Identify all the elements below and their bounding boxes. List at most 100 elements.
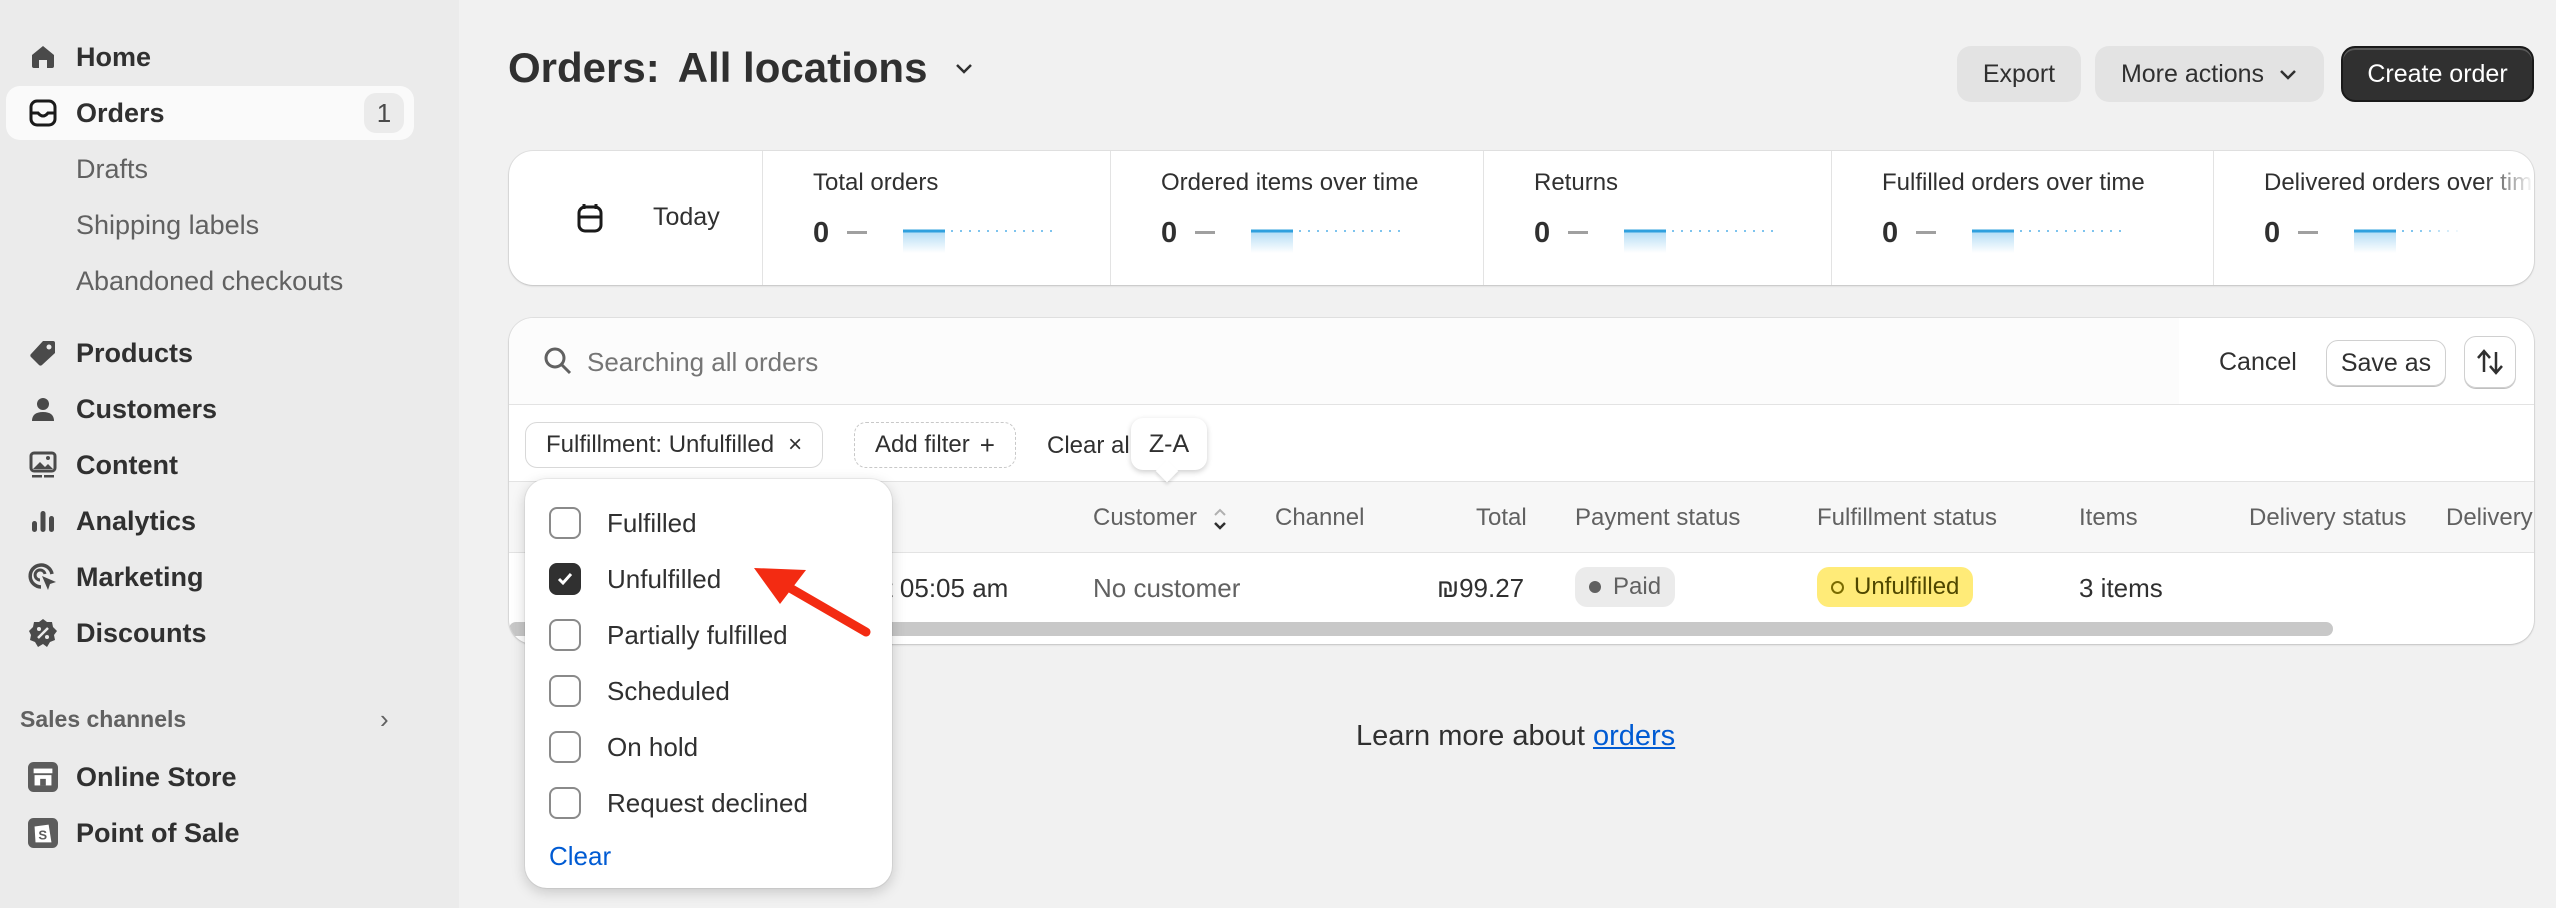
search-input[interactable]: [587, 342, 2087, 382]
sidebar-item-orders[interactable]: Orders 1: [6, 86, 414, 140]
cancel-button[interactable]: Cancel: [2219, 348, 2297, 377]
sort-tooltip: Z-A: [1131, 418, 1207, 470]
sidebar-item-label: Products: [76, 337, 194, 368]
metric-tile[interactable]: Delivered orders over time 0: [2214, 151, 2534, 285]
discount-icon: [28, 618, 58, 648]
chevron-down-icon[interactable]: [953, 57, 975, 79]
metric-tile[interactable]: Returns 0: [1484, 151, 1832, 285]
checkbox[interactable]: [549, 619, 581, 651]
filter-option[interactable]: Fulfilled: [549, 505, 697, 541]
sort-button[interactable]: [2464, 336, 2516, 388]
column-header-items[interactable]: Items: [2079, 504, 2138, 532]
metric-dash: [1195, 231, 1215, 234]
sidebar-item-label: Customers: [76, 393, 218, 424]
order-customer: No customer: [1093, 573, 1241, 603]
metric-title: Total orders: [813, 169, 939, 196]
add-filter-label: Add filter: [875, 431, 970, 458]
fulfillment-filter-chip[interactable]: Fulfillment: Unfulfilled ×: [525, 422, 824, 468]
option-label: Scheduled: [607, 675, 730, 706]
metric-value: 0: [2264, 217, 2281, 249]
sales-channels-heading: Sales channels: [20, 706, 187, 732]
sidebar-item-label: Drafts: [76, 153, 149, 184]
metric-title: Fulfilled orders over time: [1882, 169, 2145, 196]
image-icon: [28, 450, 58, 480]
sidebar-item-drafts[interactable]: Drafts: [6, 142, 414, 196]
filter-chip-label: Fulfillment: Unfulfilled: [546, 431, 775, 458]
badge-label: Unfulfilled: [1854, 573, 1960, 600]
store-icon: [28, 762, 58, 792]
sidebar-item-customers[interactable]: Customers: [6, 382, 414, 436]
close-icon[interactable]: ×: [788, 431, 802, 459]
bar-chart-icon: [28, 506, 58, 536]
date-range-button[interactable]: Today: [509, 151, 763, 285]
metric-tile[interactable]: Fulfilled orders over time 0: [1832, 151, 2214, 285]
metric-value: 0: [1534, 217, 1551, 249]
chevron-down-icon: [2280, 70, 2296, 80]
filter-option[interactable]: Request declined: [549, 785, 808, 821]
column-header-total[interactable]: Total: [1476, 504, 1527, 532]
sidebar-item-online-store[interactable]: Online Store: [6, 750, 414, 804]
metric-value: 0: [1161, 217, 1178, 249]
sidebar-item-label: Shipping labels: [76, 209, 260, 240]
more-actions-button[interactable]: More actions: [2095, 46, 2324, 102]
column-header-payment-status[interactable]: Payment status: [1575, 504, 1740, 532]
column-header-channel[interactable]: Channel: [1275, 504, 1364, 532]
clear-all-button[interactable]: Clear all: [1047, 432, 1135, 460]
metric-dash: [2298, 231, 2318, 234]
inbox-icon: [28, 98, 58, 128]
column-label: Customer: [1093, 504, 1198, 531]
filter-option[interactable]: Unfulfilled: [549, 561, 721, 597]
learn-more-text: Learn more about: [1356, 720, 1593, 752]
sidebar: Home Orders 1 Drafts Shipping labels Aba…: [0, 0, 459, 908]
location-selector[interactable]: All locations: [678, 44, 928, 92]
checkmark-icon: [557, 573, 573, 586]
metric-title: Ordered items over time: [1161, 169, 1419, 196]
status-dot-icon: [1589, 581, 1601, 593]
filter-option[interactable]: On hold: [549, 729, 698, 765]
divider: [509, 404, 2534, 405]
sidebar-item-discounts[interactable]: Discounts: [6, 606, 414, 660]
fulfillment-status-badge: Unfulfilled: [1817, 567, 1974, 607]
sidebar-item-point-of-sale[interactable]: S Point of Sale: [6, 806, 414, 860]
option-label: On hold: [607, 731, 699, 762]
sidebar-item-products[interactable]: Products: [6, 326, 414, 380]
export-button[interactable]: Export: [1957, 46, 2081, 102]
sidebar-item-label: Point of Sale: [76, 817, 240, 848]
checkbox[interactable]: [549, 787, 581, 819]
sidebar-item-marketing[interactable]: Marketing: [6, 550, 414, 604]
sidebar-item-abandoned-checkouts[interactable]: Abandoned checkouts: [6, 254, 414, 308]
sidebar-item-analytics[interactable]: Analytics: [6, 494, 414, 548]
filter-option[interactable]: Scheduled: [549, 673, 730, 709]
metric-tile[interactable]: Total orders 0: [763, 151, 1111, 285]
column-header-delivery-status[interactable]: Delivery status: [2249, 504, 2406, 532]
add-filter-button[interactable]: Add filter +: [854, 422, 1016, 468]
metric-dash: [847, 231, 867, 234]
chevron-right-icon[interactable]: ›: [380, 704, 389, 735]
sidebar-item-label: Marketing: [76, 561, 204, 592]
sidebar-item-content[interactable]: Content: [6, 438, 414, 492]
sidebar-item-shipping-labels[interactable]: Shipping labels: [6, 198, 414, 252]
sidebar-item-label: Orders: [76, 97, 165, 128]
checkbox[interactable]: [549, 731, 581, 763]
checkbox[interactable]: [549, 507, 581, 539]
orders-help-link[interactable]: orders: [1593, 720, 1675, 752]
pos-icon: S: [28, 818, 58, 848]
badge-label: Paid: [1613, 573, 1662, 600]
column-header-customer[interactable]: Customer: [1093, 504, 1228, 532]
status-ring-icon: [1831, 580, 1844, 594]
sidebar-item-label: Online Store: [76, 761, 237, 792]
column-header-fulfillment-status[interactable]: Fulfillment status: [1817, 504, 1997, 532]
metrics-bar: Today Total orders 0 Ordered items over ti…: [509, 151, 2534, 285]
sidebar-item-label: Abandoned checkouts: [76, 265, 344, 296]
checkbox[interactable]: [549, 675, 581, 707]
sparkline: [1624, 229, 1780, 253]
column-header-delivery-method[interactable]: Delivery method: [2446, 504, 2534, 532]
metric-tile[interactable]: Ordered items over time 0: [1111, 151, 1484, 285]
create-order-button[interactable]: Create order: [2341, 46, 2534, 102]
learn-more: Learn more about orders: [1356, 720, 1675, 753]
clear-filter-button[interactable]: Clear: [549, 841, 611, 872]
save-as-button[interactable]: Save as: [2326, 340, 2446, 386]
sidebar-item-home[interactable]: Home: [6, 30, 414, 84]
more-actions-label: More actions: [2120, 59, 2265, 88]
checkbox[interactable]: [549, 563, 581, 595]
